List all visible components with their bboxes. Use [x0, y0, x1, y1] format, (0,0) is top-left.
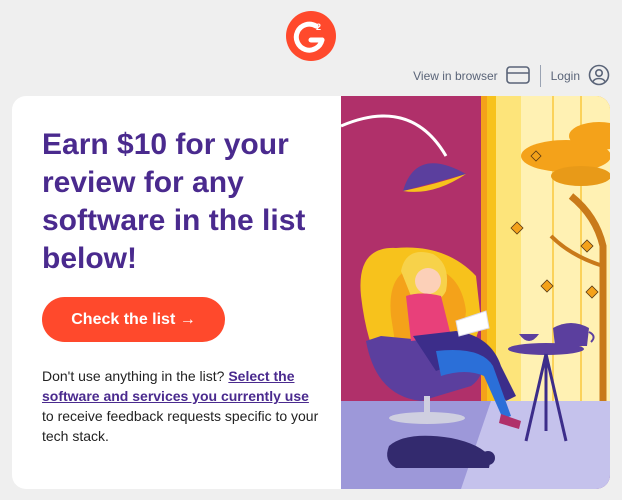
promo-text-panel: Earn $10 for your review for any softwar…: [12, 96, 341, 489]
reading-chair-illustration: [341, 96, 610, 489]
promo-card: Earn $10 for your review for any softwar…: [12, 96, 610, 489]
view-in-browser-link[interactable]: View in browser: [413, 69, 497, 83]
logo-superscript: 2: [316, 22, 321, 32]
top-bar: View in browser Login: [413, 63, 610, 89]
g2-logo[interactable]: 2: [286, 11, 336, 61]
check-list-button[interactable]: Check the list →: [42, 297, 225, 342]
browser-icon[interactable]: [505, 65, 530, 87]
promo-note: Don't use anything in the list? Select t…: [42, 366, 322, 446]
topbar-divider: [539, 65, 541, 87]
login-link[interactable]: Login: [551, 69, 580, 83]
note-text-after: to receive feedback requests specific to…: [42, 408, 319, 444]
promo-headline: Earn $10 for your review for any softwar…: [42, 128, 306, 275]
user-icon[interactable]: [588, 64, 610, 89]
note-text-before: Don't use anything in the list?: [42, 368, 229, 384]
